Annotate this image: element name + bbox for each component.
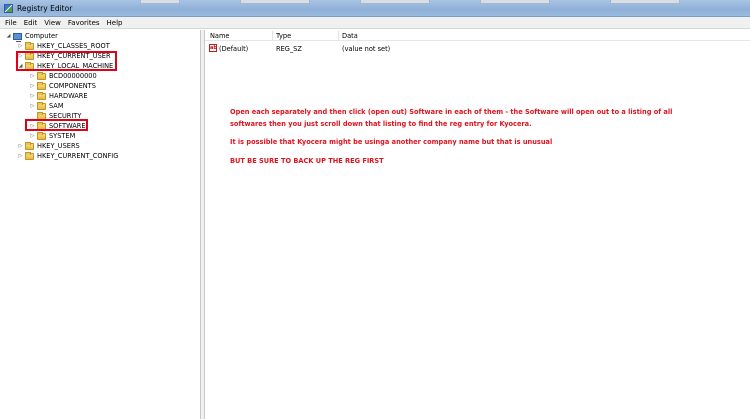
tree-node-label: HKEY_CLASSES_ROOT — [37, 42, 110, 50]
column-type-header[interactable]: Type — [276, 32, 291, 40]
folder-icon — [25, 141, 34, 150]
tree-node-bcd00000000[interactable]: ▷ BCD00000000 — [29, 71, 97, 81]
registry-editor-icon — [4, 4, 13, 13]
folder-icon — [25, 41, 34, 50]
collapse-arrow-icon[interactable]: ◢ — [5, 33, 12, 39]
expand-arrow-icon[interactable]: ▷ — [29, 73, 36, 79]
background-window-strip — [360, 0, 430, 4]
values-pane[interactable]: Name Type Data ab (Default) REG_SZ (valu… — [204, 30, 750, 419]
folder-icon — [37, 131, 46, 140]
expand-arrow-icon[interactable]: ▷ — [29, 103, 36, 109]
tree-node-hkey-classes-root[interactable]: ▷ HKEY_CLASSES_ROOT — [17, 41, 110, 51]
menu-edit[interactable]: Edit — [24, 19, 38, 27]
value-name: (Default) — [219, 45, 249, 53]
highlight-box-software — [25, 119, 88, 131]
tree-node-label: HARDWARE — [49, 92, 88, 100]
string-value-icon: ab — [209, 44, 217, 52]
tree-node-label: HKEY_CURRENT_CONFIG — [37, 152, 119, 160]
tree-node-label: HKEY_USERS — [37, 142, 80, 150]
column-data-header[interactable]: Data — [342, 32, 358, 40]
title-bar: Registry Editor — [0, 0, 750, 17]
folder-icon — [37, 91, 46, 100]
background-window-strip — [480, 0, 550, 4]
menu-help[interactable]: Help — [107, 19, 123, 27]
column-header: Name Type Data — [205, 30, 750, 41]
tree-node-label: SAM — [49, 102, 64, 110]
key-tree-pane[interactable]: ◢ Computer ▷ HKEY_CLASSES_ROOT ▷ HKEY_CU… — [2, 30, 201, 419]
expand-arrow-icon[interactable]: ▷ — [29, 93, 36, 99]
annotation-line-3: It is possible that Kyocera might be usi… — [230, 138, 553, 146]
background-window-strip — [140, 0, 180, 4]
background-window-strip — [240, 0, 310, 4]
tree-node-computer[interactable]: ◢ Computer — [5, 31, 58, 42]
expand-arrow-icon[interactable]: ▷ — [17, 143, 24, 149]
tree-node-label: COMPONENTS — [49, 82, 96, 90]
menu-file[interactable]: File — [5, 19, 17, 27]
value-type: REG_SZ — [276, 45, 302, 53]
tree-node-label: Computer — [25, 32, 58, 40]
tree-node-components[interactable]: ▷ COMPONENTS — [29, 81, 96, 91]
tree-node-hkey-users[interactable]: ▷ HKEY_USERS — [17, 141, 80, 151]
column-divider[interactable] — [338, 31, 339, 40]
annotation-line-2: softwares then you just scroll down that… — [230, 120, 532, 128]
annotation-line-1: Open each separately and then click (ope… — [230, 108, 673, 116]
tree-node-label: SYSTEM — [49, 132, 76, 140]
folder-icon — [37, 101, 46, 110]
expand-arrow-icon[interactable]: ▷ — [29, 83, 36, 89]
tree-node-sam[interactable]: ▷ SAM — [29, 101, 64, 111]
window-title: Registry Editor — [17, 4, 73, 13]
expand-arrow-icon[interactable]: ▷ — [17, 43, 24, 49]
highlight-box-hives — [16, 51, 117, 71]
tree-node-label: BCD00000000 — [49, 72, 97, 80]
menu-bar: File Edit View Favorites Help — [0, 17, 750, 29]
tree-node-system[interactable]: ▷ SYSTEM — [29, 131, 75, 141]
computer-icon — [13, 32, 22, 42]
value-data: (value not set) — [342, 45, 391, 53]
folder-icon — [37, 71, 46, 80]
expand-arrow-icon[interactable]: ▷ — [17, 153, 24, 159]
tree-node-hardware[interactable]: ▷ HARDWARE — [29, 91, 88, 101]
value-row[interactable]: ab (Default) REG_SZ (value not set) — [205, 44, 750, 54]
background-window-strip — [610, 0, 680, 4]
column-divider[interactable] — [272, 31, 273, 40]
tree-node-hkey-current-config[interactable]: ▷ HKEY_CURRENT_CONFIG — [17, 151, 118, 161]
menu-favorites[interactable]: Favorites — [68, 19, 100, 27]
annotation-line-4: BUT BE SURE TO BACK UP THE REG FIRST — [230, 157, 384, 165]
menu-view[interactable]: View — [44, 19, 61, 27]
folder-icon — [37, 81, 46, 90]
folder-icon — [25, 151, 34, 160]
expand-arrow-icon[interactable]: ▷ — [29, 133, 36, 139]
column-name-header[interactable]: Name — [210, 32, 229, 40]
